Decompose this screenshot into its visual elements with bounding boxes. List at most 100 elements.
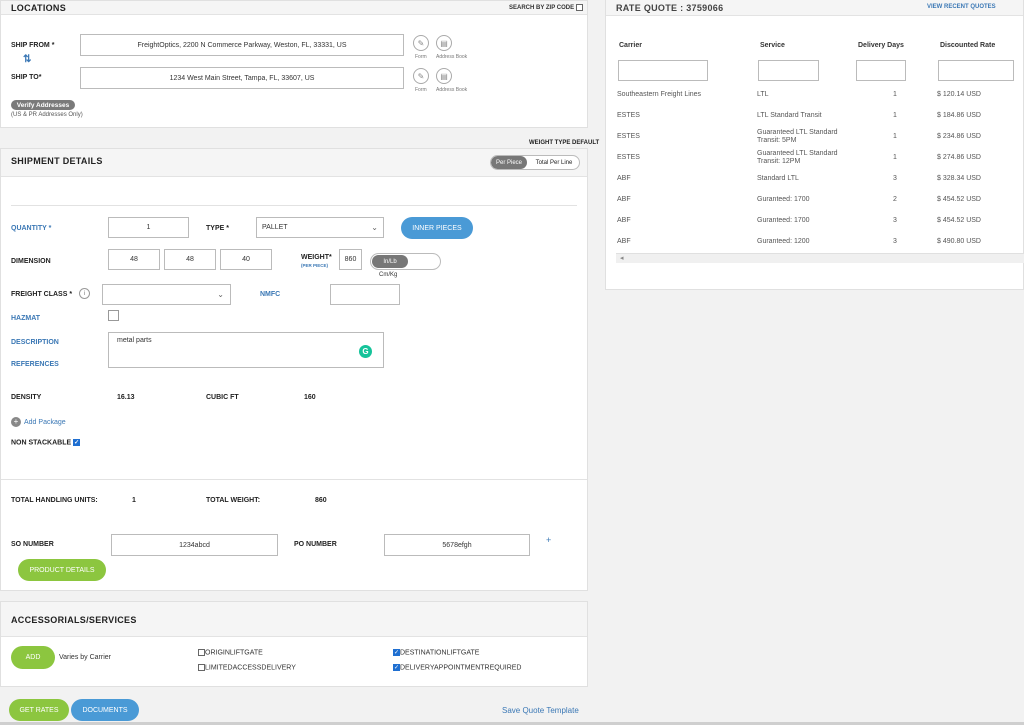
option-delivery-appointment[interactable]: ✓DELIVERYAPPOINTMENTREQUIRED (393, 664, 522, 671)
hazmat-checkbox[interactable] (108, 310, 119, 321)
dimension-length-input[interactable]: 48 (108, 249, 160, 270)
row-4-service: Standard LTL (757, 175, 799, 182)
toggle-per-piece[interactable]: Per Piece (491, 156, 527, 169)
filter-days-input[interactable] (856, 60, 906, 81)
origin-liftgate-checkbox[interactable] (198, 649, 205, 656)
row-3-days: 1 (893, 154, 897, 161)
ship-from-label: SHIP FROM * (11, 42, 55, 49)
view-recent-quotes-link[interactable]: VIEW RECENT QUOTES (927, 4, 996, 10)
dimension-width-input[interactable]: 48 (164, 249, 216, 270)
origin-liftgate-label: ORIGINLIFTGATE (205, 649, 263, 657)
delivery-appointment-checkbox[interactable]: ✓ (393, 664, 400, 671)
accessorials-panel: ACCESSORIALS/SERVICES ADD Varies by Carr… (0, 601, 588, 687)
swap-locations-icon[interactable]: ⇅ (23, 54, 31, 65)
density-label: DENSITY (11, 394, 42, 401)
chevron-down-icon: ⌄ (217, 290, 224, 299)
documents-button[interactable]: DOCUMENTS (71, 699, 139, 721)
add-accessorial-button[interactable]: ADD (11, 646, 55, 669)
rate-table-scrollbar[interactable]: ◂ (616, 253, 1024, 263)
ship-from-address-book-label: Address Book (436, 54, 468, 60)
row-3-carrier[interactable]: ESTES (617, 154, 640, 162)
type-select[interactable]: PALLET ⌄ (256, 217, 384, 238)
ship-from-address-book-icon[interactable]: ▤ (436, 35, 452, 51)
filter-rate-input[interactable] (938, 60, 1014, 81)
row-6-rate: $ 454.52 USD (937, 217, 981, 224)
description-label: DESCRIPTION (11, 339, 59, 346)
get-rates-button[interactable]: GET RATES (9, 699, 69, 721)
ship-to-form-icon[interactable]: ✎ (413, 68, 429, 84)
add-po-plus-icon[interactable]: + (546, 535, 551, 545)
save-quote-template-link[interactable]: Save Quote Template (502, 706, 579, 715)
weight-sub-label: (PER PIECE) (301, 263, 329, 268)
inner-pieces-button[interactable]: INNER PIECES (401, 217, 473, 239)
row-1-days: 1 (893, 112, 897, 119)
row-4-carrier[interactable]: ABF (617, 175, 631, 183)
row-5-carrier[interactable]: ABF (617, 196, 631, 204)
verify-addresses-button[interactable]: Verify Addresses (11, 100, 75, 110)
info-icon[interactable]: i (79, 288, 90, 299)
row-0-service: LTL (757, 91, 769, 98)
quantity-input[interactable]: 1 (108, 217, 189, 238)
product-details-button[interactable]: PRODUCT DETAILS (18, 559, 106, 581)
locations-panel: LOCATIONS SEARCH BY ZIP CODE SHIP FROM *… (0, 0, 588, 128)
weight-type-toggle[interactable]: Per Piece Total Per Line (490, 155, 580, 170)
scroll-left-icon[interactable]: ◂ (620, 254, 624, 262)
type-select-value: PALLET (262, 224, 288, 231)
row-2-rate: $ 234.86 USD (937, 133, 981, 140)
shipment-divider-top (11, 205, 577, 206)
grammarly-icon[interactable]: G (359, 345, 372, 358)
limited-access-checkbox[interactable] (198, 664, 205, 671)
row-7-carrier[interactable]: ABF (617, 238, 631, 246)
so-number-input[interactable]: 1234abcd (111, 534, 278, 556)
option-origin-liftgate[interactable]: ORIGINLIFTGATE (198, 649, 263, 656)
dimension-height-input[interactable]: 40 (220, 249, 272, 270)
row-1-rate: $ 184.86 USD (937, 112, 981, 119)
total-handling-label: TOTAL HANDLING UNITS: (11, 497, 98, 504)
non-stackable-checkbox[interactable]: ✓ (73, 439, 81, 446)
shipment-divider-mid (1, 479, 587, 480)
row-2-carrier[interactable]: ESTES (617, 133, 640, 141)
varies-note: Varies by Carrier (59, 654, 111, 661)
weight-label: WEIGHT* (301, 254, 332, 261)
ship-from-form-icon[interactable]: ✎ (413, 35, 429, 51)
delivery-appointment-label: DELIVERYAPPOINTMENTREQUIRED (400, 664, 522, 672)
toggle-total-per-line[interactable]: Total Per Line (529, 156, 579, 169)
row-0-carrier[interactable]: Southeastern Freight Lines (617, 91, 701, 99)
freight-class-select[interactable]: ⌄ (102, 284, 231, 305)
total-weight-value: 860 (315, 497, 327, 504)
search-by-zip[interactable]: SEARCH BY ZIP CODE (509, 4, 583, 11)
filter-carrier-input[interactable] (618, 60, 708, 81)
add-package-link[interactable]: + Add Package (11, 417, 66, 427)
option-destination-liftgate[interactable]: ✓DESTINATIONLIFTGATE (393, 649, 479, 656)
col-carrier: Carrier (619, 42, 642, 49)
limited-access-label: LIMITEDACCESSDELIVERY (205, 664, 296, 672)
unit-inlb[interactable]: In/Lb (372, 255, 408, 268)
option-limited-access[interactable]: LIMITEDACCESSDELIVERY (198, 664, 296, 671)
search-by-zip-checkbox[interactable] (575, 4, 583, 11)
rate-quote-title: RATE QUOTE : 3759066 (616, 3, 724, 13)
accessorials-title: ACCESSORIALS/SERVICES (11, 615, 137, 625)
row-7-days: 3 (893, 238, 897, 245)
destination-liftgate-checkbox[interactable]: ✓ (393, 649, 400, 656)
destination-liftgate-label: DESTINATIONLIFTGATE (400, 649, 480, 657)
quantity-label: QUANTITY * (11, 225, 52, 232)
non-stackable[interactable]: NON STACKABLE ✓ (11, 439, 81, 446)
weight-input[interactable]: 860 (339, 249, 362, 270)
ship-from-input[interactable]: FreightOptics, 2200 N Commerce Parkway, … (80, 34, 404, 56)
po-number-input[interactable]: 5678efgh (384, 534, 530, 556)
ship-to-address-book-icon[interactable]: ▤ (436, 68, 452, 84)
row-1-carrier[interactable]: ESTES (617, 112, 640, 120)
description-textarea[interactable]: metal parts G (108, 332, 384, 368)
chevron-down-icon: ⌄ (371, 223, 378, 232)
col-delivery-days: Delivery Days (858, 42, 904, 49)
filter-service-input[interactable] (758, 60, 819, 81)
references-label: REFERENCES (11, 361, 59, 368)
ship-to-input[interactable]: 1234 West Main Street, Tampa, FL, 33607,… (80, 67, 404, 89)
row-2-service: Guaranteed LTL Standard Transit: 5PM (757, 129, 838, 144)
add-package-label: Add Package (24, 418, 66, 426)
unit-toggle[interactable]: In/Lb (370, 253, 441, 270)
nmfc-input[interactable] (330, 284, 400, 305)
row-2-days: 1 (893, 133, 897, 140)
so-number-label: SO NUMBER (11, 541, 54, 548)
row-6-carrier[interactable]: ABF (617, 217, 631, 225)
